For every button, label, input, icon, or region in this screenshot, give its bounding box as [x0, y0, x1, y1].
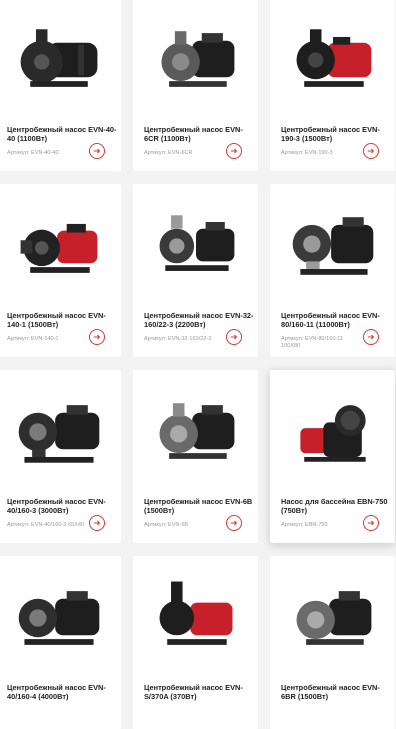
pump-black-icon — [160, 31, 234, 87]
product-image[interactable] — [282, 566, 383, 670]
arrow-right-button[interactable] — [89, 515, 105, 531]
pool-pump-icon — [299, 405, 366, 462]
product-sku: Артикул: EVN-40-40 — [7, 150, 59, 156]
product-grid: Центробежный насос EVN-40-40 (1100Вт) Ар… — [0, 0, 396, 729]
product-card[interactable]: Центробежный насос EVN-40/160-3 (3000Вт)… — [0, 370, 121, 543]
product-title[interactable]: Центробежный насос EVN-80/160-11 (11000В… — [281, 311, 391, 329]
product-sku: Артикул: EVN-32-160/22-3 — [144, 336, 212, 342]
arrow-right-button[interactable] — [363, 515, 379, 531]
product-image[interactable] — [282, 380, 383, 484]
product-title[interactable]: Центробежный насос EVN-32-160/22-3 (2200… — [144, 311, 254, 329]
product-card[interactable]: Насос для бассейна EBN-750 (750Вт) Артик… — [270, 370, 395, 543]
product-card[interactable]: Центробежный насос EVN-6B (1500Вт) Артик… — [133, 370, 258, 543]
arrow-right-icon — [367, 520, 375, 526]
product-title[interactable]: Центробежный насос EVN-6CR (1100Вт) — [144, 125, 254, 143]
arrow-right-icon — [230, 334, 238, 340]
arrow-right-icon — [93, 520, 101, 526]
product-title[interactable]: Центробежный насос EVN-S/370A (370Вт) — [144, 683, 254, 701]
product-image[interactable] — [145, 566, 246, 670]
product-sku: Артикул: EVN-190-3 — [281, 150, 333, 156]
pump-black-icon — [18, 591, 99, 645]
product-sku: Артикул: EBN-750 — [281, 522, 328, 528]
product-image[interactable] — [145, 380, 246, 484]
product-sku: Артикул: EVN-80/160-11 100X80 — [281, 336, 344, 349]
pump-black-icon — [296, 591, 371, 645]
product-card[interactable]: Центробежный насос EVN-40-40 (1100Вт) Ар… — [0, 0, 121, 171]
arrow-right-button[interactable] — [226, 329, 242, 345]
product-title[interactable]: Насос для бассейна EBN-750 (750Вт) — [281, 497, 391, 515]
product-title[interactable]: Центробежный насос EVN-40/160-3 (3000Вт) — [7, 497, 117, 515]
arrow-right-icon — [93, 334, 101, 340]
product-image[interactable] — [8, 380, 109, 484]
pump-black-icon — [159, 215, 234, 271]
pump-black-icon — [20, 29, 97, 87]
product-title[interactable]: Центробежный насос EVN-40-40 (1100Вт) — [7, 125, 117, 143]
product-image[interactable] — [8, 8, 109, 112]
product-card[interactable]: Центробежный насос EVN-32-160/22-3 (2200… — [133, 184, 258, 357]
product-title[interactable]: Центробежный насос EVN-6BR (1500Вт) — [281, 683, 391, 701]
arrow-right-icon — [230, 148, 238, 154]
product-image[interactable] — [145, 8, 246, 112]
product-sku: Артикул: EVN-6CR — [144, 150, 193, 156]
pump-black-icon — [18, 405, 99, 463]
arrow-right-button[interactable] — [363, 329, 379, 345]
product-title[interactable]: Центробежный насос EVN-6B (1500Вт) — [144, 497, 254, 515]
arrow-right-icon — [230, 520, 238, 526]
product-sku: Артикул: EVN-40/160-3 65X40 — [7, 522, 85, 528]
product-image[interactable] — [145, 194, 246, 298]
pump-black-icon — [292, 217, 373, 275]
product-image[interactable] — [282, 8, 383, 112]
product-card[interactable]: Центробежный насос EVN-S/370A (370Вт) — [133, 556, 258, 729]
arrow-right-icon — [367, 148, 375, 154]
product-sku: Артикул: EVN-6B — [144, 522, 189, 528]
arrow-right-button[interactable] — [89, 329, 105, 345]
product-card[interactable]: Центробежный насос EVN-6CR (1100Вт) Арти… — [133, 0, 258, 171]
product-card[interactable]: Центробежный насос EVN-190-3 (1500Вт) Ар… — [270, 0, 395, 171]
product-title[interactable]: Центробежный насос EVN-40/160-4 (4000Вт) — [7, 683, 117, 701]
pump-black-icon — [159, 403, 234, 459]
pump-red-icon — [159, 581, 232, 645]
pump-red-icon — [20, 223, 97, 273]
arrow-right-icon — [367, 334, 375, 340]
product-card[interactable]: Центробежный насос EVN-6BR (1500Вт) — [270, 556, 395, 729]
product-image[interactable] — [282, 194, 383, 298]
product-card[interactable]: Центробежный насос EVN-40/160-4 (4000Вт) — [0, 556, 121, 729]
product-sku: Артикул: EVN-140-1 — [7, 336, 59, 342]
product-image[interactable] — [8, 566, 109, 670]
product-title[interactable]: Центробежный насос EVN-140-1 (1500Вт) — [7, 311, 117, 329]
product-title[interactable]: Центробежный насос EVN-190-3 (1500Вт) — [281, 125, 391, 143]
arrow-right-button[interactable] — [89, 143, 105, 159]
pump-red-icon — [296, 29, 371, 87]
product-card[interactable]: Центробежный насос EVN-80/160-11 (11000В… — [270, 184, 395, 357]
arrow-right-button[interactable] — [226, 515, 242, 531]
arrow-right-button[interactable] — [363, 143, 379, 159]
product-image[interactable] — [8, 194, 109, 298]
arrow-right-button[interactable] — [226, 143, 242, 159]
arrow-right-icon — [93, 148, 101, 154]
product-card[interactable]: Центробежный насос EVN-140-1 (1500Вт) Ар… — [0, 184, 121, 357]
